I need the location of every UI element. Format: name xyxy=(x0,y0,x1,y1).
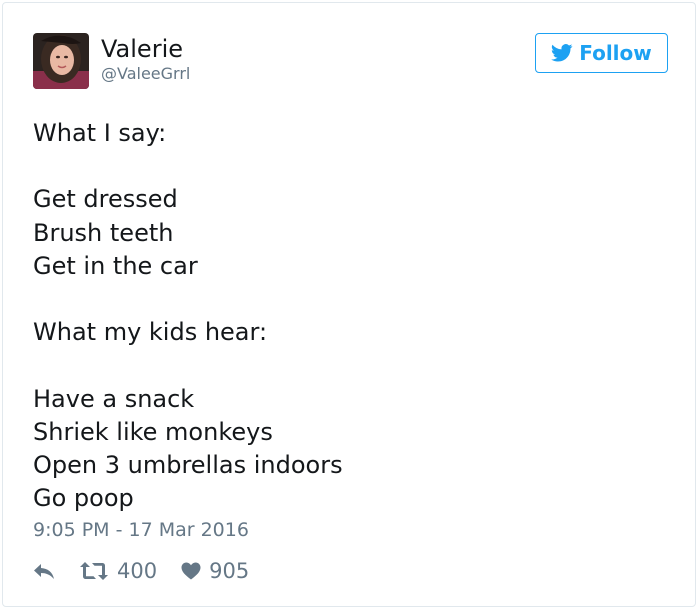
reply-button[interactable] xyxy=(33,562,55,580)
tweet-line: What my kids hear: xyxy=(33,318,268,347)
tweet-line: Get dressed xyxy=(33,185,178,214)
like-count: 905 xyxy=(209,559,250,583)
tweet-line: Have a snack xyxy=(33,384,195,413)
tweet-line: What I say: xyxy=(33,119,167,147)
follow-button[interactable]: Follow xyxy=(535,33,668,73)
like-button[interactable]: 905 xyxy=(181,559,249,583)
retweet-count: 400 xyxy=(117,559,158,583)
follow-label: Follow xyxy=(579,41,652,65)
tweet-line: Open 3 umbrellas indoors xyxy=(33,450,343,479)
tweet-actions: 400 905 xyxy=(33,556,249,586)
display-name[interactable]: Valerie xyxy=(101,35,183,63)
heart-icon xyxy=(181,562,201,580)
tweet-card: Valerie @ValeeGrrl Follow What I say: Ge… xyxy=(2,2,696,607)
tweet-text: What I say: Get dressed Brush teeth Get … xyxy=(33,117,673,515)
avatar[interactable] xyxy=(33,33,89,89)
tweet-line: Go poop xyxy=(33,484,134,513)
retweet-icon xyxy=(80,562,108,580)
avatar-image xyxy=(33,33,89,89)
user-handle[interactable]: @ValeeGrrl xyxy=(101,64,190,84)
retweet-button[interactable]: 400 xyxy=(79,559,157,583)
tweet-line xyxy=(33,150,673,183)
reply-icon xyxy=(34,564,54,579)
tweet-line xyxy=(33,349,673,382)
tweet-line: Get in the car xyxy=(33,251,198,280)
tweet-line: Brush teeth xyxy=(33,218,174,247)
tweet-line: Shriek like monkeys xyxy=(33,417,273,446)
tweet-line xyxy=(33,283,673,316)
twitter-bird-icon xyxy=(551,44,573,62)
tweet-timestamp[interactable]: 9:05 PM - 17 Mar 2016 xyxy=(33,518,249,542)
